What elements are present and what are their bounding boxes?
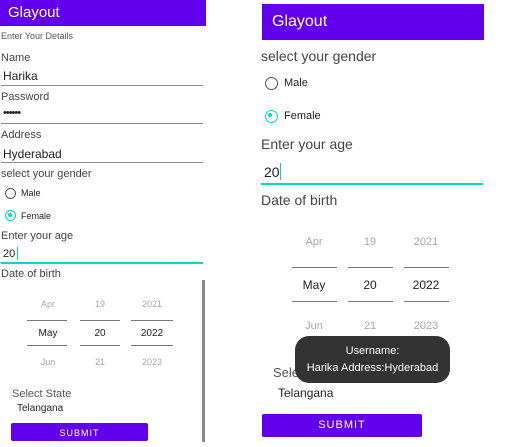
age-underline <box>1 262 203 264</box>
submit-button[interactable]: SUBMIT <box>11 423 148 441</box>
name-label: Name <box>1 52 31 64</box>
address-input[interactable]: Hyderabad <box>3 147 62 161</box>
male-radio[interactable] <box>5 188 16 199</box>
name-underline <box>1 85 203 86</box>
state-label: Select State <box>12 388 72 400</box>
year-next[interactable]: 2023 <box>131 357 173 367</box>
month-next[interactable]: Jun <box>28 357 68 367</box>
toast-message: Username: Harika Address:Hyderabad <box>295 336 450 383</box>
day-selected[interactable]: 20 <box>80 328 120 339</box>
day-next[interactable]: 21 <box>80 357 120 367</box>
password-underline <box>1 123 203 124</box>
year-line-bottom <box>131 345 173 346</box>
day-line-bottom <box>348 301 393 302</box>
month-line-top <box>292 267 337 268</box>
month-next[interactable]: Jun <box>292 320 336 332</box>
year-line-top <box>131 320 173 321</box>
month-prev[interactable]: Apr <box>292 236 336 248</box>
address-underline <box>1 162 203 163</box>
submit-button-label: SUBMIT <box>59 428 100 438</box>
password-input[interactable]: •••••• <box>3 107 21 119</box>
age-underline <box>261 183 483 185</box>
address-label: Address <box>1 129 42 141</box>
day-selected[interactable]: 20 <box>348 278 392 292</box>
age-label: Enter your age <box>261 136 353 152</box>
year-line-bottom <box>404 301 449 302</box>
year-selected[interactable]: 2022 <box>404 278 448 292</box>
male-radio[interactable] <box>265 77 278 90</box>
app-title: Glayout <box>8 4 60 21</box>
gender-label: select your gender <box>1 168 92 180</box>
submit-button[interactable]: SUBMIT <box>262 414 422 437</box>
day-next[interactable]: 21 <box>348 320 392 332</box>
year-prev[interactable]: 2021 <box>131 299 173 309</box>
app-bar: Glayout <box>262 4 484 40</box>
male-option-label[interactable]: Male <box>284 77 308 89</box>
day-line-top <box>348 267 393 268</box>
female-option-label[interactable]: Female <box>21 211 51 221</box>
month-selected[interactable]: May <box>28 328 68 339</box>
day-line-bottom <box>80 345 120 346</box>
submit-button-label: SUBMIT <box>318 419 366 431</box>
left-screen: Glayout Enter Your Details Name Harika P… <box>0 0 210 447</box>
app-title: Glayout <box>272 13 328 30</box>
day-prev[interactable]: 19 <box>348 236 392 248</box>
password-label: Password <box>1 91 50 103</box>
text-cursor <box>280 163 281 180</box>
app-bar: Glayout <box>0 0 206 26</box>
month-line-bottom <box>27 345 67 346</box>
age-label: Enter your age <box>1 230 74 242</box>
female-radio[interactable] <box>5 210 16 221</box>
scrollbar[interactable] <box>202 280 205 442</box>
dob-label: Date of birth <box>261 192 338 208</box>
age-input[interactable]: 20 <box>264 164 280 180</box>
dob-label: Date of birth <box>1 268 61 280</box>
gender-label: select your gender <box>261 48 377 64</box>
year-prev[interactable]: 2021 <box>404 236 448 248</box>
right-screen: Glayout select your gender Male Female E… <box>256 0 520 447</box>
female-radio[interactable] <box>265 110 278 123</box>
month-selected[interactable]: May <box>292 278 336 292</box>
month-line-top <box>27 320 67 321</box>
year-line-top <box>404 267 449 268</box>
toast-line-1: Username: <box>345 345 400 357</box>
month-line-bottom <box>292 301 337 302</box>
day-line-top <box>80 320 120 321</box>
day-prev[interactable]: 19 <box>80 299 120 309</box>
name-input[interactable]: Harika <box>3 69 38 83</box>
state-spinner[interactable]: Telangana <box>278 386 333 400</box>
month-prev[interactable]: Apr <box>28 299 68 309</box>
year-next[interactable]: 2023 <box>404 320 448 332</box>
male-option-label[interactable]: Male <box>21 188 41 198</box>
year-selected[interactable]: 2022 <box>131 328 173 339</box>
details-heading: Enter Your Details <box>1 31 74 41</box>
age-input[interactable]: 20 <box>3 248 15 260</box>
state-spinner[interactable]: Telangana <box>17 403 63 414</box>
text-cursor <box>17 247 18 260</box>
toast-line-2: Harika Address:Hyderabad <box>306 362 439 374</box>
female-option-label[interactable]: Female <box>284 110 321 122</box>
